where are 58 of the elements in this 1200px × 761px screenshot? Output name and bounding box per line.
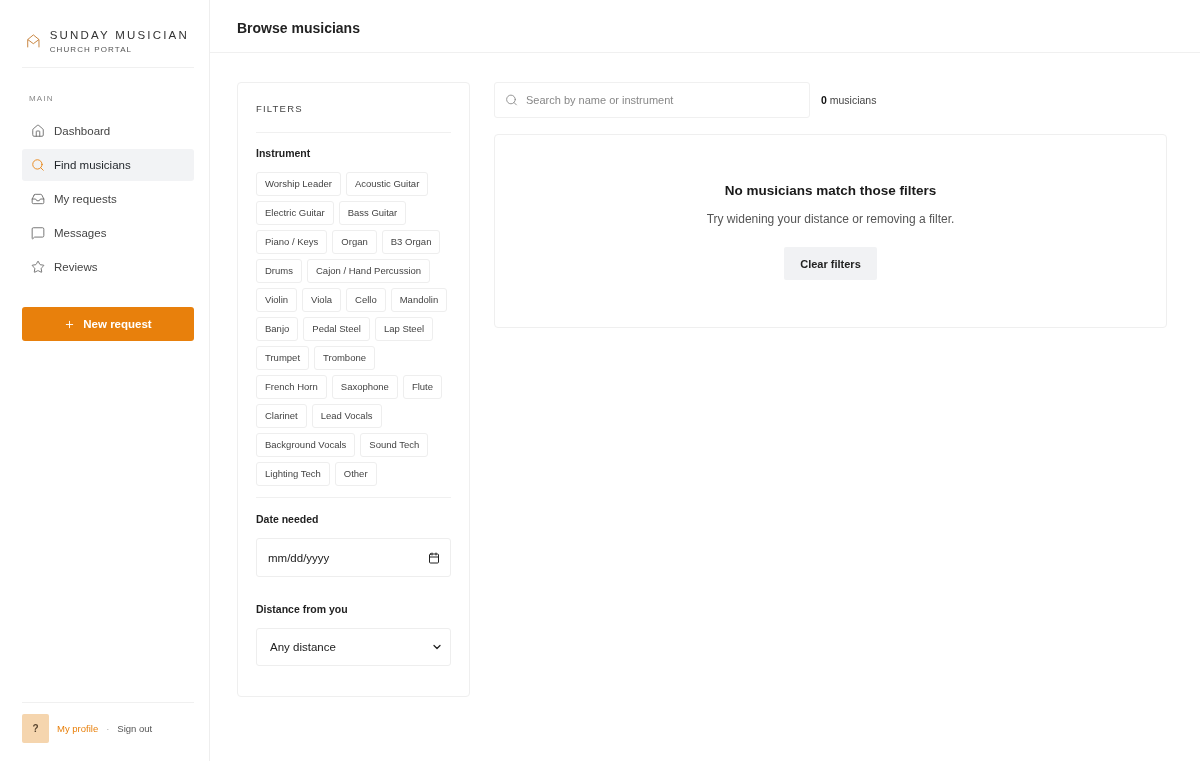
nav-item[interactable]: Messages (22, 217, 194, 249)
filter-label: Date needed (256, 513, 320, 525)
instrument-chip[interactable]: Clarinet (256, 404, 307, 428)
instrument-chip[interactable]: Sound Tech (360, 433, 429, 457)
search-icon (505, 93, 518, 107)
instrument-chip[interactable]: Acoustic Guitar (345, 172, 429, 196)
instrument-chip[interactable]: Lighting Tech (256, 462, 330, 486)
instrument-chip[interactable]: Drums (256, 259, 302, 283)
instrument-chip[interactable]: Lap Steel (374, 317, 434, 341)
chat-bubble-icon (31, 226, 45, 240)
instrument-chip[interactable]: Lead Vocals (311, 404, 382, 428)
instrument-chip[interactable]: Saxophone (331, 375, 398, 399)
result-count: 0 musicians (821, 94, 877, 106)
search-field[interactable]: Search by name or instrument (494, 82, 810, 118)
filters-heading: FILTERS (256, 83, 451, 133)
brand-name: SUNDAY MUSICIAN (49, 28, 189, 41)
nav-item[interactable]: Reviews (22, 251, 194, 283)
separator-dot: · (106, 723, 110, 734)
filter-label: Distance from you (256, 603, 349, 615)
search-icon (31, 158, 45, 172)
inbox-icon (31, 192, 45, 206)
brand-tagline: CHURCH PORTAL (49, 44, 134, 54)
nav-item[interactable]: My requests (22, 183, 194, 215)
instrument-chip[interactable]: Cello (346, 288, 386, 312)
instrument-chip[interactable]: Viola (302, 288, 342, 312)
instrument-chip[interactable]: Piano / Keys (256, 230, 328, 254)
sign-out-link[interactable]: Sign out (117, 723, 153, 734)
instrument-chip[interactable]: Pedal Steel (303, 317, 370, 341)
instrument-chip[interactable]: French Horn (256, 375, 327, 399)
distance-select[interactable]: Any distance (256, 628, 451, 666)
empty-state-title: No musicians match those filters (724, 183, 937, 198)
instrument-chip[interactable]: Mandolin (390, 288, 448, 312)
instrument-chip[interactable]: Cajon / Hand Percussion (307, 259, 431, 283)
nav-item[interactable]: Dashboard (22, 115, 194, 147)
section-label: MAIN (29, 94, 55, 103)
calendar-icon (428, 551, 440, 564)
instrument-chip[interactable]: B3 Organ (381, 230, 441, 254)
instrument-chip[interactable]: Violin (256, 288, 298, 312)
house-icon (31, 124, 45, 138)
instrument-chip[interactable]: Bass Guitar (338, 201, 407, 225)
nav-item[interactable]: Find musicians (22, 149, 194, 181)
page-title: Browse musicians (237, 20, 360, 36)
star-icon (31, 260, 45, 274)
instrument-chip[interactable]: Trombone (314, 346, 375, 370)
filter-label: Instrument (256, 147, 312, 159)
plus-icon (64, 318, 76, 330)
instrument-chip[interactable]: Trumpet (256, 346, 310, 370)
instrument-chip[interactable]: Background Vocals (256, 433, 356, 457)
instrument-chip[interactable]: Banjo (256, 317, 299, 341)
instrument-chip[interactable]: Organ (332, 230, 377, 254)
date-field[interactable]: mm/dd/yyyy (256, 538, 451, 577)
instrument-chip[interactable]: Worship Leader (256, 172, 341, 196)
avatar: ? (22, 714, 49, 743)
clear-filters-button[interactable]: Clear filters (784, 247, 877, 280)
instrument-chip[interactable]: Other (334, 462, 377, 486)
instrument-chip[interactable]: Flute (402, 375, 442, 399)
empty-state-message: Try widening your distance or removing a filter. (706, 212, 955, 226)
instrument-chip[interactable]: Electric Guitar (256, 201, 334, 225)
